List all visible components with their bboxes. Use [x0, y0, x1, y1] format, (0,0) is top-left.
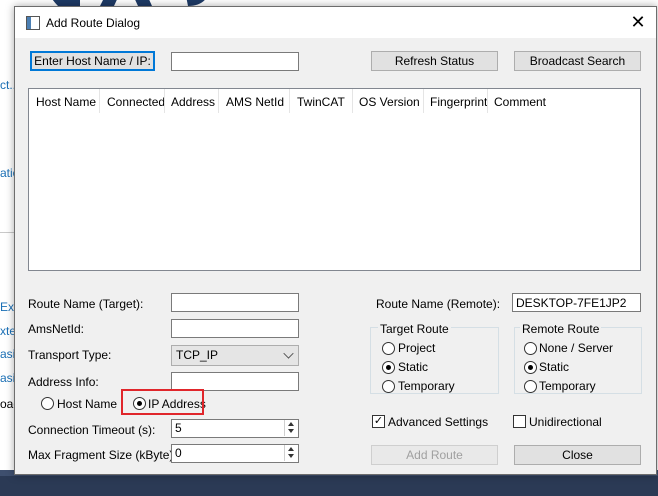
target-route-title: Target Route — [378, 322, 451, 336]
broadcast-search-button[interactable]: Broadcast Search — [514, 51, 641, 71]
unidirectional-checkbox[interactable] — [513, 415, 526, 428]
column-header-twincat[interactable]: TwinCAT — [297, 95, 345, 109]
spin-up-icon[interactable] — [284, 420, 298, 428]
column-separator — [487, 89, 488, 113]
host-name-input[interactable] — [171, 52, 299, 71]
title-bar: Add Route Dialog ✕ — [15, 7, 656, 38]
enter-host-button[interactable]: Enter Host Name / IP: — [30, 51, 155, 71]
spin-down-icon[interactable] — [284, 428, 298, 436]
advanced-settings-checkbox[interactable]: ✓ — [372, 415, 385, 428]
spin-down-icon[interactable] — [284, 453, 298, 461]
ip-address-highlight-box — [121, 389, 204, 415]
route-name-remote-label: Route Name (Remote): — [376, 297, 501, 311]
target-route-project-radio[interactable] — [382, 342, 395, 355]
window-app-icon — [26, 16, 40, 30]
target-route-static-radio[interactable] — [382, 361, 395, 374]
column-separator — [99, 89, 100, 113]
column-header-comment[interactable]: Comment — [494, 95, 546, 109]
remote-route-temporary-radio[interactable] — [524, 380, 537, 393]
transport-type-select[interactable]: TCP_IP — [171, 345, 299, 366]
amsnetid-input[interactable] — [171, 319, 299, 338]
remote-route-temporary-label[interactable]: Temporary — [539, 379, 596, 393]
column-header-host-name[interactable]: Host Name — [36, 95, 96, 109]
max-fragment-size-value: 0 — [175, 446, 182, 460]
connection-timeout-value: 5 — [175, 421, 182, 435]
amsnetid-label: AmsNetId: — [28, 322, 85, 336]
column-header-os-version[interactable]: OS Version — [359, 95, 420, 109]
target-route-static-label[interactable]: Static — [398, 360, 428, 374]
remote-route-title: Remote Route — [520, 322, 602, 336]
route-name-target-label: Route Name (Target): — [28, 297, 144, 311]
route-name-target-input[interactable] — [171, 293, 299, 312]
add-route-dialog: Add Route Dialog ✕ Enter Host Name / IP:… — [14, 6, 657, 475]
address-info-label: Address Info: — [28, 375, 99, 389]
max-fragment-size-stepper[interactable]: 0 — [171, 444, 299, 463]
column-separator — [164, 89, 165, 113]
max-fragment-size-label: Max Fragment Size (kByte): — [28, 448, 177, 462]
route-list-table[interactable]: Host Name Connected Address AMS NetId Tw… — [28, 88, 641, 271]
host-name-radio[interactable] — [41, 397, 54, 410]
transport-type-label: Transport Type: — [28, 348, 112, 362]
target-route-temporary-label[interactable]: Temporary — [398, 379, 455, 393]
target-route-project-label[interactable]: Project — [398, 341, 435, 355]
column-header-address[interactable]: Address — [171, 95, 215, 109]
column-separator — [218, 89, 219, 113]
chevron-down-icon — [283, 348, 294, 359]
connection-timeout-label: Connection Timeout (s): — [28, 423, 156, 437]
column-header-fingerprint[interactable]: Fingerprint — [430, 95, 487, 109]
spin-up-icon[interactable] — [284, 445, 298, 453]
column-header-ams-netid[interactable]: AMS NetId — [226, 95, 284, 109]
connection-timeout-stepper[interactable]: 5 — [171, 419, 299, 438]
window-title: Add Route Dialog — [46, 16, 141, 30]
refresh-status-button[interactable]: Refresh Status — [371, 51, 498, 71]
close-icon[interactable]: ✕ — [623, 11, 653, 33]
remote-route-static-radio[interactable] — [524, 361, 537, 374]
close-button[interactable]: Close — [514, 445, 641, 465]
add-route-button[interactable]: Add Route — [371, 445, 498, 465]
column-header-connected[interactable]: Connected — [107, 95, 165, 109]
column-separator — [352, 89, 353, 113]
host-name-radio-label[interactable]: Host Name — [57, 397, 117, 411]
column-separator — [289, 89, 290, 113]
remote-route-none-label[interactable]: None / Server — [539, 341, 613, 355]
advanced-settings-label[interactable]: Advanced Settings — [388, 415, 488, 429]
remote-route-static-label[interactable]: Static — [539, 360, 569, 374]
route-name-remote-input[interactable] — [512, 293, 641, 312]
transport-type-value: TCP_IP — [176, 348, 219, 362]
remote-route-none-radio[interactable] — [524, 342, 537, 355]
unidirectional-label[interactable]: Unidirectional — [529, 415, 602, 429]
target-route-temporary-radio[interactable] — [382, 380, 395, 393]
column-separator — [423, 89, 424, 113]
